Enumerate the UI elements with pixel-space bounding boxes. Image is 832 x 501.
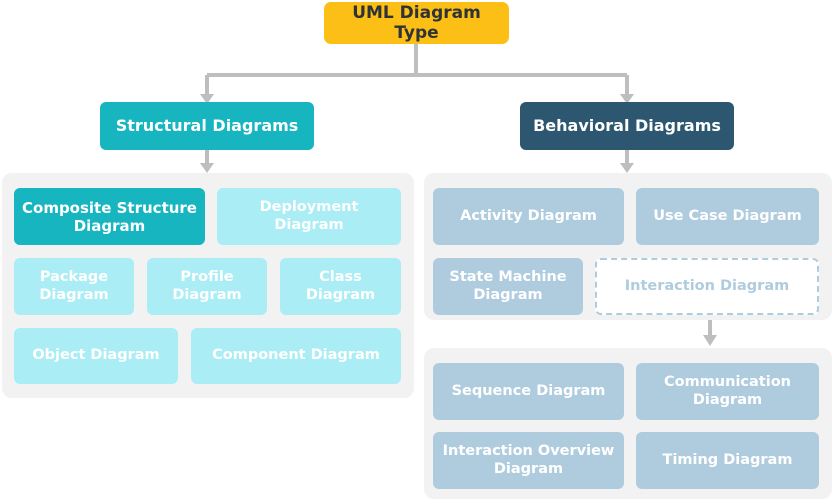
leaf-interaction-diagram[interactable]: Interaction Diagram [595,258,819,315]
node-structural-diagrams[interactable]: Structural Diagrams [100,102,314,150]
arrowhead-behavioral-group [620,163,634,173]
uml-diagram-canvas: UML Diagram Type Structural Diagrams Beh… [0,0,832,501]
leaf-component-diagram[interactable]: Component Diagram [191,328,401,384]
leaf-communication-diagram[interactable]: Communication Diagram [636,363,819,420]
arrowhead-structural-group [200,163,214,173]
leaf-object-diagram[interactable]: Object Diagram [14,328,178,384]
leaf-interaction-overview-diagram[interactable]: Interaction Overview Diagram [433,432,624,489]
leaf-activity-diagram[interactable]: Activity Diagram [433,188,624,245]
leaf-package-diagram[interactable]: Package Diagram [14,258,134,315]
leaf-class-diagram[interactable]: Class Diagram [280,258,401,315]
node-behavioral-diagrams[interactable]: Behavioral Diagrams [520,102,734,150]
leaf-timing-diagram[interactable]: Timing Diagram [636,432,819,489]
leaf-profile-diagram[interactable]: Profile Diagram [147,258,267,315]
leaf-deployment-diagram[interactable]: Deployment Diagram [217,188,401,245]
arrowhead-interaction-group [703,335,717,346]
leaf-state-machine-diagram[interactable]: State Machine Diagram [433,258,583,315]
leaf-use-case-diagram[interactable]: Use Case Diagram [636,188,819,245]
leaf-sequence-diagram[interactable]: Sequence Diagram [433,363,624,420]
leaf-composite-structure-diagram[interactable]: Composite Structure Diagram [14,188,205,245]
node-uml-diagram-type[interactable]: UML Diagram Type [324,2,509,44]
